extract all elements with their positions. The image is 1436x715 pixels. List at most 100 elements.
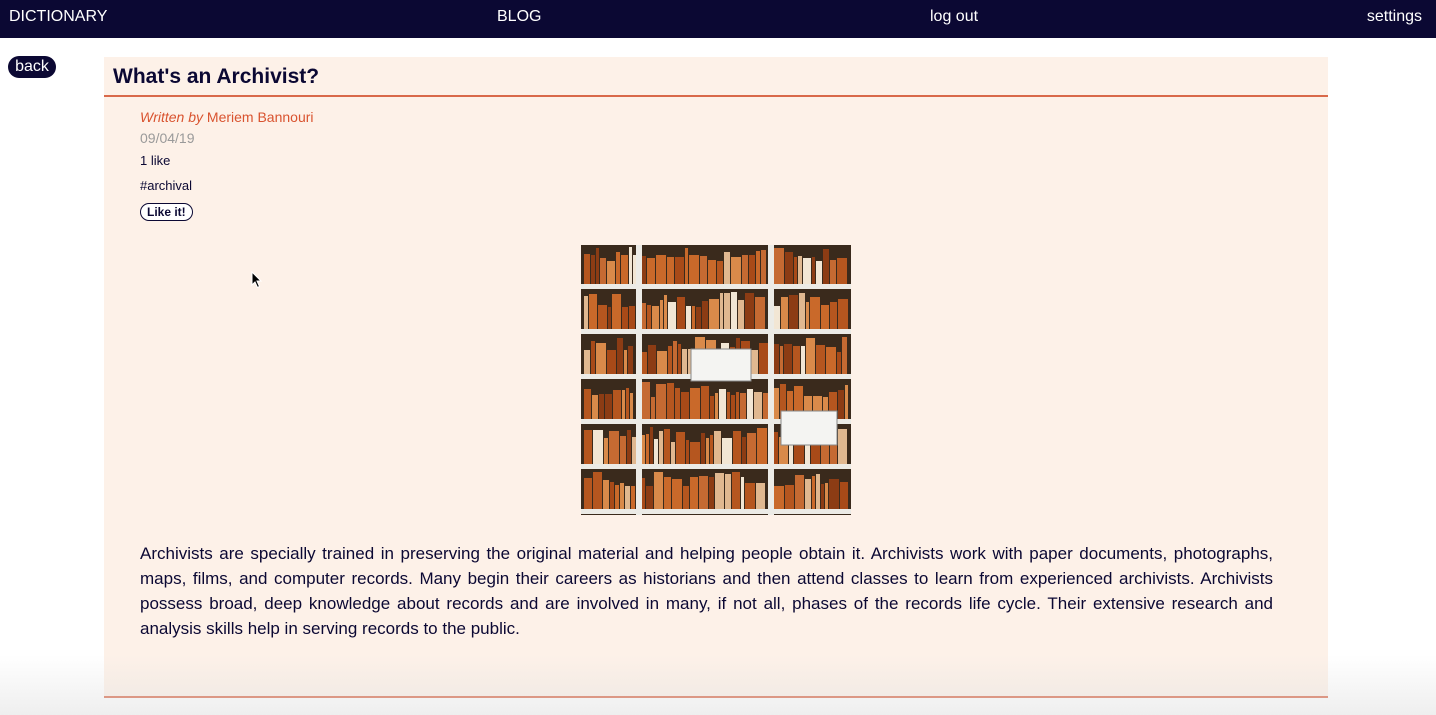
mouse-cursor-icon: [251, 271, 263, 289]
nav-blog-link[interactable]: BLOG: [497, 7, 541, 27]
folder-spine: [725, 474, 731, 509]
folder-spine: [825, 483, 828, 509]
folder-spine: [715, 473, 724, 509]
folder-spine: [584, 389, 591, 419]
folder-spine: [624, 350, 627, 374]
author-name: Meriem Bannouri: [206, 109, 314, 125]
folder-spine: [821, 484, 824, 509]
folder-spine: [686, 440, 689, 464]
like-button[interactable]: Like it!: [140, 203, 193, 221]
folder-spine: [838, 390, 844, 419]
folder-spine: [722, 438, 732, 464]
folder-spine: [757, 428, 767, 464]
folder-spine: [754, 392, 762, 419]
folder-spine: [789, 295, 798, 329]
folder-spine: [801, 346, 805, 374]
folder-spine: [686, 306, 691, 329]
folder-spine: [672, 479, 682, 509]
folder-spine: [610, 482, 614, 509]
folder-spine: [845, 385, 848, 419]
folder-spine: [710, 435, 713, 464]
folder-spine: [690, 442, 700, 464]
folder-spine: [731, 395, 735, 419]
folder-spine: [664, 295, 667, 329]
folder-spine: [657, 351, 667, 374]
folder-spine: [689, 255, 699, 284]
folder-spine: [736, 392, 739, 419]
folder-spine: [785, 252, 793, 284]
folder-spine: [751, 350, 758, 374]
folder-spine: [591, 341, 595, 374]
folder-spine: [650, 427, 653, 464]
folder-spine: [706, 438, 709, 464]
folder-spine: [784, 344, 792, 374]
folder-spine: [656, 384, 666, 419]
folder-spine: [816, 345, 825, 374]
folder-spine: [798, 256, 802, 284]
folder-spine: [642, 478, 645, 509]
byline: Written by Meriem Bannouri: [140, 109, 314, 125]
shelf-post: [768, 245, 774, 515]
folder-spine: [629, 247, 632, 284]
archive-box: [690, 348, 752, 382]
folder-spine: [810, 297, 820, 329]
article-body: Archivists are specially trained in pres…: [140, 544, 1273, 638]
folder-spine: [613, 390, 621, 419]
folder-spine: [724, 293, 730, 329]
nav-dictionary-link[interactable]: DICTIONARY: [9, 7, 107, 27]
folder-spine: [793, 346, 800, 374]
folder-spine: [842, 337, 847, 374]
folder-spine: [774, 344, 779, 374]
folder-spine: [821, 305, 829, 329]
folder-spine: [646, 486, 653, 509]
folder-spine: [840, 482, 848, 509]
folder-spine: [745, 293, 754, 329]
folder-spine: [701, 433, 705, 464]
post-date: 09/04/19: [140, 130, 195, 146]
nav-logout-link[interactable]: log out: [930, 7, 978, 27]
hashtag: #archival: [140, 178, 193, 193]
folder-spine: [659, 431, 663, 464]
folder-spine: [742, 255, 748, 284]
folder-spine: [719, 389, 726, 419]
folder-spine: [731, 257, 741, 284]
shelf-board: [581, 464, 851, 469]
folder-spine: [599, 394, 604, 419]
folder-spine: [592, 395, 598, 419]
folder-spine: [616, 252, 620, 284]
folder-spine: [607, 350, 616, 374]
folder-spine: [681, 392, 689, 419]
article-title: What's an Archivist?: [113, 65, 320, 88]
folder-spine: [609, 431, 619, 464]
folder-spine: [668, 346, 672, 374]
folder-spine: [596, 343, 606, 374]
folder-spine: [646, 434, 649, 464]
folder-spine: [708, 260, 716, 284]
folder-spine: [699, 476, 708, 509]
folder-spine: [608, 307, 611, 329]
folder-spine: [676, 432, 685, 464]
nav-settings-link[interactable]: settings: [1367, 7, 1422, 27]
folder-spine: [747, 389, 753, 419]
folder-spine: [837, 352, 841, 374]
folder-spine: [651, 397, 655, 419]
folder-spine: [600, 258, 606, 284]
folder-spine: [667, 257, 674, 284]
folder-spine: [755, 297, 765, 329]
folder-spine: [799, 293, 805, 329]
folder-spine: [675, 388, 680, 419]
folder-spine: [642, 256, 646, 284]
back-button[interactable]: back: [8, 56, 56, 78]
folder-spine: [603, 480, 609, 509]
article-card: What's an Archivist? Written by Meriem B…: [104, 57, 1328, 698]
folder-spine: [806, 338, 815, 374]
folder-spine: [837, 258, 847, 284]
folder-spine: [761, 250, 766, 284]
folder-spine: [785, 485, 794, 509]
folder-spine: [742, 437, 746, 464]
folder-spine: [702, 301, 708, 329]
folder-spine: [763, 393, 768, 419]
folder-spine: [756, 251, 760, 284]
folder-spine: [642, 303, 646, 329]
folder-spine: [774, 306, 780, 329]
